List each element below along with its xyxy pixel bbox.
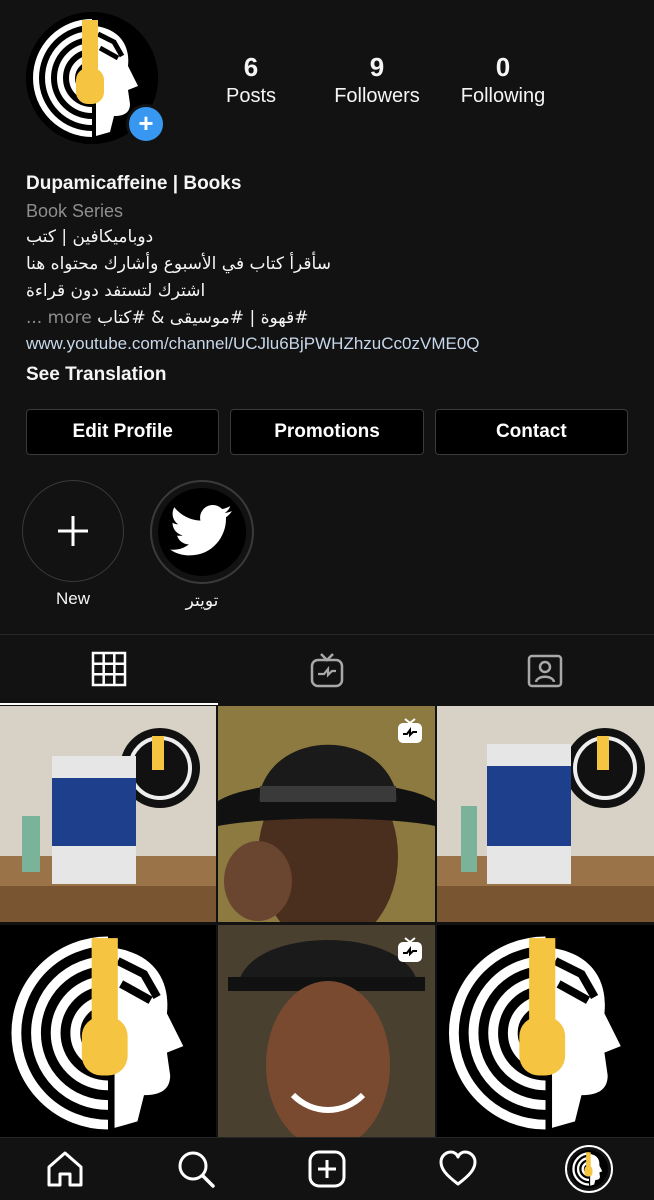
highlight-label: New bbox=[55, 589, 90, 608]
igtv-badge-icon bbox=[397, 937, 423, 968]
following-label: Following bbox=[460, 85, 546, 107]
posts-count: 6 bbox=[243, 52, 259, 82]
profile-name: Dupamicaffeine | Books bbox=[26, 173, 242, 194]
post-thumbnail-book[interactable] bbox=[0, 706, 216, 922]
nav-activity[interactable] bbox=[392, 1138, 523, 1200]
bio-line: اشترك لتستفد دون قراءة bbox=[26, 281, 206, 301]
headphone-logo-icon bbox=[0, 925, 216, 1141]
new-post-icon bbox=[308, 1150, 346, 1188]
profile-category: Book Series bbox=[26, 201, 124, 221]
promotions-button[interactable]: Promotions bbox=[230, 409, 424, 455]
plus-icon bbox=[58, 516, 88, 546]
followers-count: 9 bbox=[369, 52, 385, 82]
headphone-logo-icon bbox=[437, 925, 654, 1141]
tagged-icon bbox=[527, 654, 563, 688]
tab-grid[interactable] bbox=[0, 635, 218, 705]
following-stat[interactable]: 0 Following bbox=[440, 52, 566, 110]
profile-action-buttons: Edit Profile Promotions Contact bbox=[26, 409, 628, 455]
bottom-nav-bar bbox=[0, 1137, 654, 1200]
bio-hashtags[interactable]: #قهوة | #موسيقى & #كتاب bbox=[97, 308, 308, 328]
posts-stat[interactable]: 6 Posts bbox=[188, 52, 314, 110]
post-thumbnail-video[interactable] bbox=[218, 706, 435, 922]
activity-heart-icon bbox=[439, 1150, 477, 1186]
twitter-highlight-circle[interactable] bbox=[150, 480, 254, 584]
profile-bio: Dupamicaffeine | Books Book Series دوبام… bbox=[26, 170, 636, 389]
following-count: 0 bbox=[495, 52, 511, 82]
new-highlight-circle[interactable] bbox=[22, 480, 124, 582]
see-translation-link[interactable]: See Translation bbox=[26, 361, 636, 389]
igtv-badge-icon bbox=[397, 718, 423, 749]
highlight-label: تويتر bbox=[185, 591, 219, 610]
tab-igtv[interactable] bbox=[218, 635, 436, 705]
grid-icon bbox=[91, 651, 127, 687]
profile-tabs bbox=[0, 634, 654, 705]
followers-stat[interactable]: 9 Followers bbox=[314, 52, 440, 110]
book-photo-image bbox=[0, 706, 216, 922]
post-thumbnail-video[interactable] bbox=[218, 925, 435, 1141]
tab-tagged[interactable] bbox=[436, 635, 654, 705]
posts-label: Posts bbox=[225, 85, 277, 107]
book-photo-image bbox=[437, 706, 654, 922]
igtv-icon bbox=[310, 653, 344, 688]
nav-search[interactable] bbox=[131, 1138, 262, 1200]
bio-line: دوباميكافين | كتب bbox=[26, 227, 154, 247]
profile-website-link[interactable]: www.youtube.com/channel/UCJlu6BjPWHZhzuC… bbox=[26, 331, 636, 357]
posts-grid bbox=[0, 706, 654, 1141]
edit-profile-button[interactable]: Edit Profile bbox=[26, 409, 220, 455]
highlight-new[interactable]: New bbox=[21, 480, 125, 610]
profile-avatar-container[interactable]: + bbox=[26, 12, 166, 148]
profile-avatar-icon bbox=[569, 1150, 608, 1188]
bio-more-row[interactable]: ... more #قهوة | #موسيقى & #كتاب bbox=[26, 305, 636, 331]
followers-label: Followers bbox=[334, 85, 420, 107]
profile-stats: 6 Posts 9 Followers 0 Following bbox=[188, 52, 638, 110]
more-link[interactable]: ... more bbox=[26, 308, 92, 328]
twitter-bird-icon bbox=[170, 505, 232, 556]
bio-line: سأقرأ كتاب في الأسبوع وأشارك محتواه هنا bbox=[26, 254, 331, 274]
post-thumbnail-book[interactable] bbox=[437, 706, 654, 922]
add-story-button[interactable]: + bbox=[126, 104, 166, 144]
nav-profile[interactable] bbox=[523, 1138, 654, 1200]
nav-home[interactable] bbox=[0, 1138, 131, 1200]
post-thumbnail-logo[interactable] bbox=[0, 925, 216, 1141]
post-thumbnail-logo[interactable] bbox=[437, 925, 654, 1141]
home-icon bbox=[47, 1151, 83, 1187]
search-icon bbox=[178, 1151, 215, 1188]
highlight-twitter[interactable]: تويتر bbox=[150, 480, 254, 612]
nav-new-post[interactable] bbox=[262, 1138, 393, 1200]
contact-button[interactable]: Contact bbox=[434, 409, 628, 455]
